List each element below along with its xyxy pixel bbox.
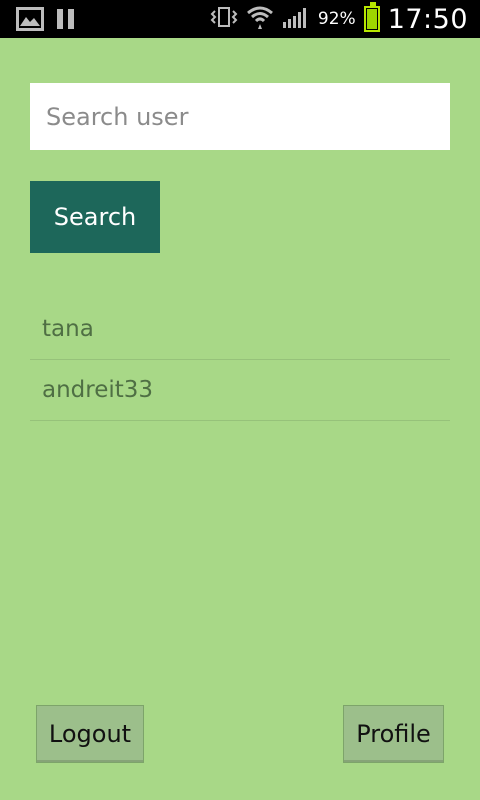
battery-level bbox=[366, 8, 377, 29]
vibrate-icon bbox=[210, 5, 238, 33]
battery-icon bbox=[363, 2, 380, 32]
clock: 17:50 bbox=[387, 3, 468, 35]
signal-icon bbox=[282, 4, 310, 34]
search-user-input[interactable] bbox=[30, 83, 450, 150]
user-results-list: tana andreit33 bbox=[30, 299, 450, 421]
logout-button[interactable]: Logout bbox=[36, 705, 144, 763]
status-bar-left-icons bbox=[16, 7, 76, 35]
status-bar: 92% 17:50 bbox=[0, 0, 480, 38]
pause-icon bbox=[56, 7, 76, 35]
list-item[interactable]: andreit33 bbox=[30, 360, 450, 421]
battery-percent: 92% bbox=[317, 9, 356, 29]
image-icon bbox=[16, 7, 44, 35]
search-button[interactable]: Search bbox=[30, 181, 160, 253]
profile-button[interactable]: Profile bbox=[343, 705, 444, 763]
list-item[interactable]: tana bbox=[30, 299, 450, 360]
username-label: andreit33 bbox=[42, 377, 154, 403]
status-bar-right: 92% 17:50 bbox=[210, 2, 468, 35]
wifi-icon bbox=[246, 3, 274, 35]
username-label: tana bbox=[42, 316, 94, 342]
